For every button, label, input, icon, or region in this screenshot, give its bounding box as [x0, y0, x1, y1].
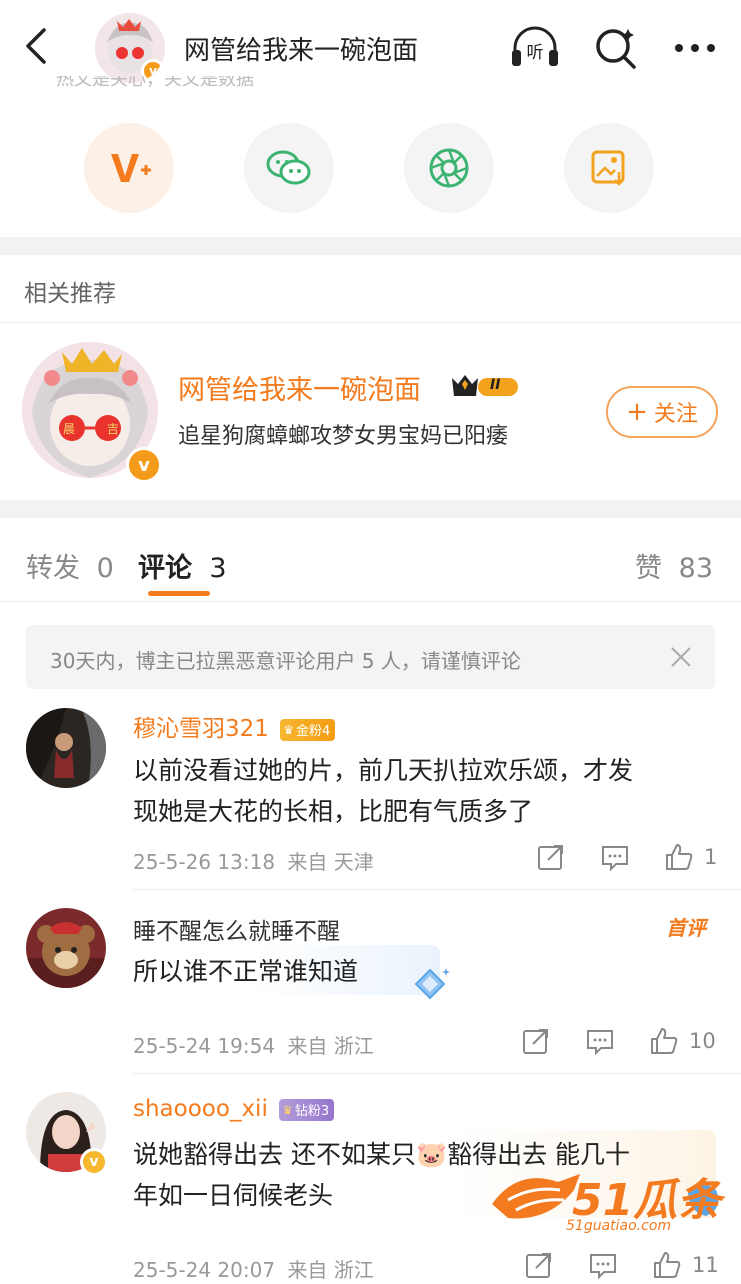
divider	[0, 601, 741, 602]
tab-repost-label: 转发	[26, 553, 80, 584]
repost-icon[interactable]	[536, 842, 566, 872]
tab-bar: 转发 0 评论 3 赞 83	[0, 518, 741, 602]
like-count: 11	[692, 1253, 719, 1277]
save-image-button[interactable]	[564, 123, 654, 213]
comment-avatar[interactable]	[26, 908, 106, 988]
crown-icon: ♛	[282, 1102, 293, 1117]
like-icon[interactable]	[652, 1250, 682, 1280]
watermark-url: 51guatiao.com	[566, 1218, 672, 1234]
plus-icon: +	[626, 397, 648, 427]
comment-text: 所以谁不正常谁知道	[133, 951, 358, 992]
comment-author[interactable]: shaoooo_xii ♛ 钻粉3	[133, 1096, 335, 1122]
search-icon[interactable]	[589, 22, 641, 74]
wechat-share-button[interactable]	[244, 123, 334, 213]
comment-actions: 11	[524, 1250, 719, 1280]
tab-repost[interactable]: 转发 0	[26, 546, 114, 585]
avatar-glasses-text: 晨 吉	[63, 422, 133, 436]
related-section-title: 相关推荐	[24, 281, 116, 307]
comment-location: 来自 天津	[287, 850, 374, 874]
active-tab-indicator	[148, 591, 210, 596]
fan-badge-text: 钻粉3	[294, 1104, 330, 1119]
back-icon[interactable]	[18, 26, 58, 66]
comment-time: 25-5-24 19:54	[133, 1034, 276, 1058]
divider	[0, 322, 741, 323]
tab-comments-count: 3	[209, 553, 227, 584]
verified-badge-icon: v	[126, 447, 162, 483]
comment-author-name: shaoooo_xii	[133, 1096, 268, 1122]
like-count: 1	[704, 845, 718, 869]
comment-actions: 10	[521, 1026, 716, 1056]
crown-level-icon: II	[450, 372, 522, 406]
comment-avatar[interactable]	[26, 708, 106, 788]
vplus-share-button[interactable]	[84, 123, 174, 213]
tab-likes[interactable]: 赞 83	[635, 546, 713, 585]
verified-badge-icon: v	[80, 1148, 108, 1176]
related-user-name[interactable]: 网管给我来一碗泡面	[178, 368, 421, 407]
comment-meta: 25-5-24 19:54 来自 浙江	[133, 1030, 374, 1059]
comment-location: 来自 浙江	[287, 1258, 374, 1282]
comment-author[interactable]: 穆沁雪羽321 ♛ 金粉4	[133, 709, 336, 743]
comment-text: 以前没看过她的片，前几天扒拉欢乐颂，才发 现她是大花的长相，比肥有气质多了	[133, 750, 633, 832]
fan-badge: ♛ 钻粉3	[279, 1098, 335, 1121]
like-icon[interactable]	[649, 1026, 679, 1056]
comment-meta: 25-5-24 20:07 来自 浙江	[133, 1254, 374, 1283]
tab-comments-label: 评论	[138, 553, 192, 584]
header-avatar[interactable]: v	[95, 13, 165, 83]
reply-icon[interactable]	[588, 1250, 618, 1280]
comment-author-name: 睡不醒怎么就睡不醒	[133, 919, 340, 945]
follow-label: 关注	[653, 402, 698, 427]
comment-author-name: 穆沁雪羽321	[133, 716, 269, 742]
comment-meta: 25-5-26 13:18 来自 天津	[133, 846, 374, 875]
follow-button[interactable]: + 关注	[606, 386, 718, 438]
tab-likes-count: 83	[678, 553, 713, 584]
comment-text-line: 以前没看过她的片，前几天扒拉欢乐颂，才发	[133, 756, 634, 785]
like-icon[interactable]	[664, 842, 694, 872]
tab-comments[interactable]: 评论 3	[138, 546, 227, 585]
divider	[133, 889, 741, 890]
share-row	[84, 123, 654, 213]
header-actions: 听	[509, 22, 721, 74]
level-badge-text: II	[490, 377, 501, 393]
more-icon[interactable]	[669, 22, 721, 74]
repost-icon[interactable]	[524, 1250, 554, 1280]
listen-icon[interactable]: 听	[509, 22, 561, 74]
reply-icon[interactable]	[585, 1026, 615, 1056]
related-user-description: 追星狗腐蟑螂攻梦女男宝妈已阳痿	[178, 424, 509, 449]
partial-text: 热文是关心，关文是数据	[56, 76, 254, 90]
tab-repost-count: 0	[96, 553, 114, 584]
blacklist-notice: 30天内，博主已拉黑恶意评论用户 5 人，请谨慎评论	[26, 625, 715, 689]
comment-location: 来自 浙江	[287, 1034, 374, 1058]
notice-text: 30天内，博主已拉黑恶意评论用户 5 人，请谨慎评论	[50, 649, 521, 673]
crown-icon: ♛	[283, 722, 294, 737]
svg-text:听: 听	[527, 43, 544, 63]
comment-text-line: 现她是大花的长相，比肥有气质多了	[133, 797, 534, 826]
comment-time: 25-5-26 13:18	[133, 850, 276, 874]
reply-icon[interactable]	[600, 842, 630, 872]
watermark-logo: 51瓜条 51guatiao.com	[488, 1160, 733, 1240]
close-icon[interactable]	[669, 645, 693, 673]
fan-badge-text: 金粉4	[295, 724, 331, 739]
first-comment-tag: 首评	[666, 916, 706, 940]
comment-author[interactable]: 睡不醒怎么就睡不醒	[133, 912, 340, 946]
moments-share-button[interactable]	[404, 123, 494, 213]
section-gap	[0, 500, 741, 518]
comment-time: 25-5-24 20:07	[133, 1258, 276, 1282]
repost-icon[interactable]	[521, 1026, 551, 1056]
like-count: 10	[689, 1029, 716, 1053]
comment-actions: 1	[536, 842, 717, 872]
page-title: 网管给我来一碗泡面	[184, 36, 419, 66]
fan-badge: ♛ 金粉4	[280, 718, 336, 741]
diamond-decoration-icon	[410, 966, 452, 1006]
section-gap	[0, 237, 741, 255]
tab-likes-label: 赞	[635, 553, 663, 584]
divider	[133, 1073, 741, 1074]
comment-text-line: 所以谁不正常谁知道	[133, 957, 359, 986]
